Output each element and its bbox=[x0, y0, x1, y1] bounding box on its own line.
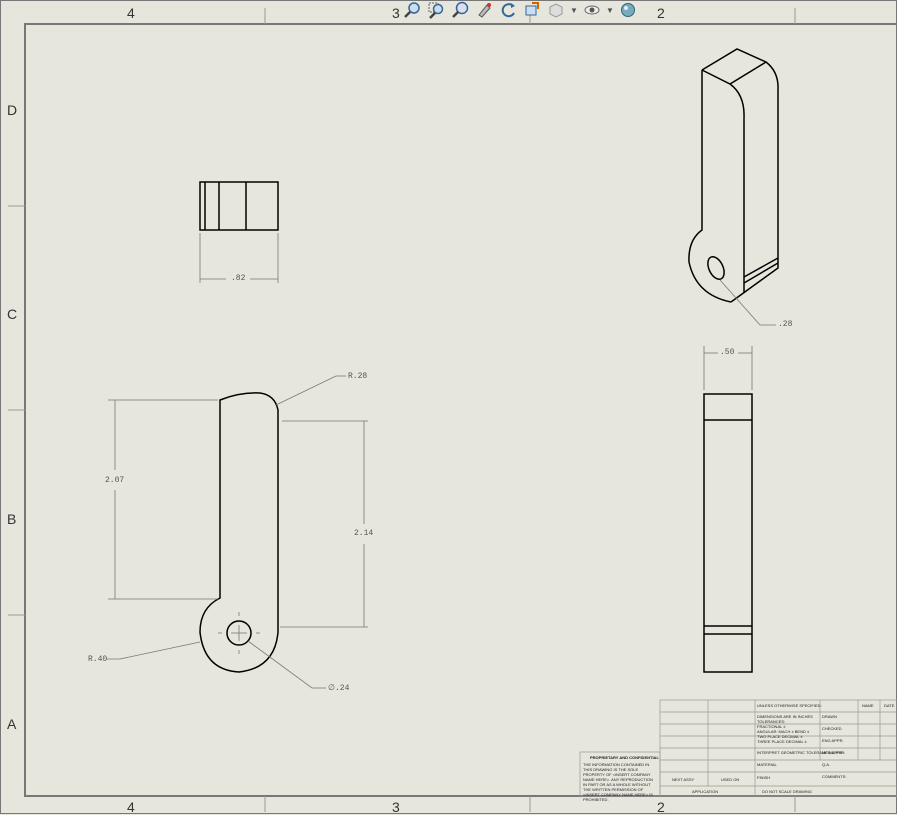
pan-icon[interactable] bbox=[474, 1, 494, 19]
tb-proprietary-title: PROPRIETARY AND CONFIDENTIAL bbox=[590, 755, 659, 760]
dim-front-height-right[interactable]: 2.14 bbox=[354, 529, 373, 538]
hide-show-icon[interactable] bbox=[582, 1, 602, 19]
tb-checked: CHECKED bbox=[822, 726, 842, 731]
tb-proprietary-text: THE INFORMATION CONTAINED IN THIS DRAWIN… bbox=[583, 762, 653, 802]
zoom-in-out-icon[interactable] bbox=[450, 1, 470, 19]
zone-label-a: A bbox=[7, 716, 17, 732]
zone-label-bottom-3: 3 bbox=[392, 799, 400, 815]
zone-label-top-2: 2 bbox=[657, 5, 665, 21]
display-style-icon[interactable] bbox=[546, 1, 566, 19]
tb-used-on: USED ON bbox=[721, 777, 740, 782]
dim-front-height-left[interactable]: 2.07 bbox=[105, 476, 124, 485]
chevron-down-icon[interactable]: ▼ bbox=[570, 6, 578, 15]
zone-label-d: D bbox=[7, 102, 18, 118]
tb-finish: FINISH bbox=[757, 775, 771, 780]
sheet-outer-border bbox=[0, 0, 897, 814]
zone-label-bottom-2: 2 bbox=[657, 799, 665, 815]
tb-do-not-scale: DO NOT SCALE DRAWING bbox=[762, 789, 813, 794]
appearance-icon[interactable] bbox=[618, 1, 638, 19]
zoom-to-fit-icon[interactable] bbox=[402, 1, 422, 19]
zone-label-top-4: 4 bbox=[127, 5, 135, 21]
zoom-to-area-icon[interactable] bbox=[426, 1, 446, 19]
tb-material: MATERIAL bbox=[757, 762, 777, 767]
chevron-down-icon[interactable]: ▼ bbox=[606, 6, 614, 15]
tb-unless-specified: UNLESS OTHERWISE SPECIFIED: bbox=[757, 703, 822, 708]
zone-label-bottom-4: 4 bbox=[127, 799, 135, 815]
tb-qa: Q.A. bbox=[822, 762, 831, 767]
zone-label-c: C bbox=[7, 306, 18, 322]
tb-drawn: DRAWN bbox=[822, 714, 837, 719]
tb-comments: COMMENTS: bbox=[822, 774, 847, 779]
tb-three-place: THREE PLACE DECIMAL ± bbox=[757, 739, 807, 744]
dim-front-hole-diameter[interactable]: ∅.24 bbox=[328, 683, 349, 693]
dim-front-radius-bottom[interactable]: R.40 bbox=[88, 655, 107, 664]
tb-date: DATE bbox=[884, 703, 895, 708]
heads-up-view-toolbar: ▼ ▼ bbox=[402, 0, 638, 20]
zone-label-top-3: 3 bbox=[392, 5, 400, 21]
dim-iso-hole[interactable]: .28 bbox=[778, 320, 792, 329]
tb-next-assy: NEXT ASSY bbox=[672, 777, 695, 782]
zone-label-b: B bbox=[7, 511, 17, 527]
rotate-icon[interactable] bbox=[498, 1, 518, 19]
dim-front-radius-top[interactable]: R.28 bbox=[348, 372, 367, 381]
dim-side-width[interactable]: .50 bbox=[720, 348, 734, 357]
tb-eng-appr: ENG APPR. bbox=[822, 738, 844, 743]
previous-view-icon[interactable] bbox=[522, 1, 542, 19]
tb-application: APPLICATION bbox=[692, 789, 719, 794]
drawing-sheet bbox=[0, 0, 897, 814]
tb-name: NAME bbox=[862, 703, 874, 708]
dim-top-width[interactable]: .82 bbox=[231, 274, 245, 283]
tb-mfg-appr: MFG APPR. bbox=[822, 750, 844, 755]
